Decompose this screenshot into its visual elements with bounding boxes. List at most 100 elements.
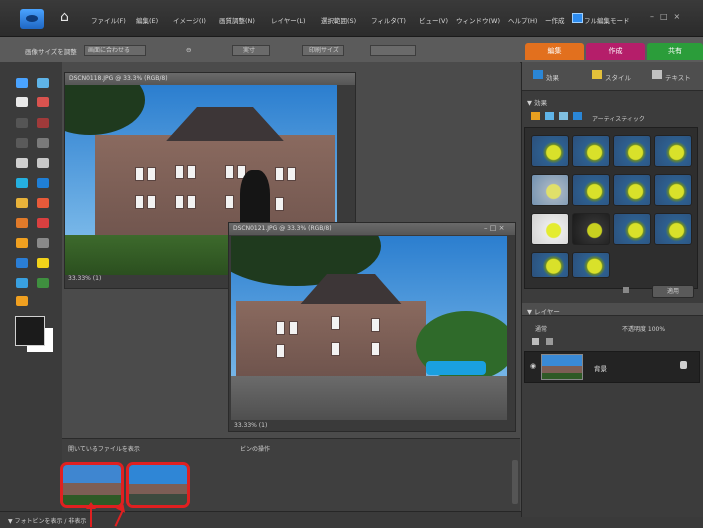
effects-tab-icon bbox=[533, 70, 543, 79]
print-size-button[interactable]: 印刷サイズ bbox=[302, 45, 344, 56]
eraser-tool-icon[interactable] bbox=[37, 198, 49, 208]
menu-edit[interactable]: 編集(E) bbox=[136, 15, 158, 25]
menu-help[interactable]: ヘルプ(H) bbox=[508, 15, 537, 25]
shape-tool-icon[interactable] bbox=[37, 258, 49, 268]
smart-brush-tool-icon[interactable] bbox=[37, 218, 49, 228]
layer-name[interactable]: 背景 bbox=[594, 363, 607, 373]
lock-icon[interactable] bbox=[546, 338, 553, 345]
effect-thumbnail[interactable] bbox=[572, 174, 610, 206]
lasso-tool-icon[interactable] bbox=[37, 118, 49, 128]
layer-thumbnail[interactable] bbox=[541, 354, 583, 380]
home-icon[interactable]: ⌂ bbox=[60, 10, 74, 24]
annotation-arrow-1 bbox=[90, 506, 92, 527]
photo-canvas-2[interactable] bbox=[231, 236, 507, 420]
effect-thumbnail[interactable] bbox=[531, 252, 569, 278]
effect-thumbnail[interactable] bbox=[613, 135, 651, 167]
workspace-mode-icon bbox=[572, 13, 583, 23]
clone-stamp-tool-icon[interactable] bbox=[16, 198, 28, 208]
layer-styles-icon[interactable] bbox=[545, 112, 554, 120]
document-status-1: 33.33% (1) bbox=[68, 275, 102, 282]
paint-bucket-tool-icon[interactable] bbox=[37, 238, 49, 248]
effects-scroll-icon[interactable] bbox=[623, 287, 629, 293]
photo-bin-scrollbar[interactable] bbox=[512, 460, 518, 504]
foreground-color-front[interactable] bbox=[15, 316, 45, 346]
pencil-tool-icon[interactable] bbox=[16, 238, 28, 248]
menu-view[interactable]: ビュー(V) bbox=[419, 15, 448, 25]
effect-thumbnail[interactable] bbox=[531, 213, 569, 245]
tab-edit[interactable]: 編集 bbox=[525, 43, 584, 60]
crop-tool-icon[interactable] bbox=[37, 158, 49, 168]
toolbox bbox=[0, 62, 63, 517]
zoom-field[interactable] bbox=[370, 45, 416, 56]
cookie-cutter-tool-icon[interactable] bbox=[16, 296, 28, 306]
sponge-tool-icon[interactable] bbox=[37, 278, 49, 288]
tab-styles[interactable]: スタイル bbox=[605, 72, 631, 82]
menu-file[interactable]: ファイル(F) bbox=[91, 15, 126, 25]
show-all-icon[interactable] bbox=[573, 112, 582, 120]
app-logo-icon[interactable] bbox=[20, 9, 44, 29]
tab-create[interactable]: 作成 bbox=[586, 43, 645, 60]
menu-filter[interactable]: フィルタ(T) bbox=[371, 15, 406, 25]
menu-window[interactable]: ウィンドウ(W) bbox=[456, 15, 500, 25]
actual-pixels-button[interactable]: 実寸 bbox=[232, 45, 270, 56]
photo-bin-source-dropdown[interactable]: 開いているファイルを表示 bbox=[68, 444, 140, 453]
brush-tool-icon[interactable] bbox=[16, 218, 28, 228]
effect-thumbnail[interactable] bbox=[654, 213, 692, 245]
annotation-arrowhead-1 bbox=[86, 502, 96, 509]
effect-thumbnail[interactable] bbox=[613, 213, 651, 245]
tab-text[interactable]: テキスト bbox=[665, 72, 691, 82]
move-tool-icon[interactable] bbox=[16, 78, 28, 88]
zoom-tool-icon[interactable] bbox=[37, 78, 49, 88]
fit-screen-button[interactable]: 画面に合わせる bbox=[84, 45, 146, 56]
effects-section-title[interactable]: ▼ 効果 bbox=[527, 97, 547, 107]
gradient-tool-icon[interactable] bbox=[16, 258, 28, 268]
hand-tool-icon[interactable] bbox=[16, 97, 28, 107]
filters-icon[interactable] bbox=[531, 112, 540, 120]
tab-share[interactable]: 共有 bbox=[647, 43, 703, 60]
styles-tab-icon bbox=[592, 70, 602, 79]
healing-brush-tool-icon[interactable] bbox=[37, 178, 49, 188]
effect-thumbnail[interactable] bbox=[531, 174, 569, 206]
blend-mode-dropdown[interactable]: 通常 bbox=[535, 324, 547, 333]
menu-select[interactable]: 選択範囲(S) bbox=[321, 15, 356, 25]
apply-button[interactable]: 適用 bbox=[652, 285, 694, 298]
document-status-2: 33.33% (1) bbox=[234, 422, 268, 429]
layers-section-title[interactable]: ▼ レイヤー bbox=[527, 306, 560, 316]
photo-effects-icon[interactable] bbox=[559, 112, 568, 120]
document-close-icon[interactable]: – □ × bbox=[484, 224, 504, 232]
effect-thumbnail[interactable] bbox=[531, 135, 569, 167]
effect-thumbnail[interactable] bbox=[654, 135, 692, 167]
magic-wand-tool-icon[interactable] bbox=[16, 138, 28, 148]
text-tab-icon bbox=[652, 70, 662, 79]
type-tool-icon[interactable] bbox=[16, 158, 28, 168]
photo-bin-toggle[interactable]: ▼ フォトビンを表示 / 非表示 bbox=[8, 516, 86, 525]
blur-tool-icon[interactable] bbox=[16, 278, 28, 288]
layer-lock-icon bbox=[680, 361, 687, 369]
resize-label: 画像サイズを調整 bbox=[25, 48, 77, 56]
photo-bin-options[interactable]: ビンの操作 bbox=[240, 444, 270, 453]
effect-thumbnail[interactable] bbox=[654, 174, 692, 206]
photo-bin-thumbnail-2[interactable] bbox=[126, 462, 190, 508]
window-controls[interactable]: –□× bbox=[650, 12, 696, 22]
workspace-mode-label[interactable]: フル編集モード bbox=[584, 15, 630, 25]
effect-thumbnail[interactable] bbox=[572, 135, 610, 167]
opacity-field[interactable]: 不透明度 100% bbox=[622, 324, 665, 333]
menu-image[interactable]: イメージ(I) bbox=[173, 15, 206, 25]
eyedropper-tool-icon[interactable] bbox=[37, 97, 49, 107]
effect-thumbnail[interactable] bbox=[572, 213, 610, 245]
tab-effects[interactable]: 効果 bbox=[546, 72, 559, 82]
effects-category-dropdown[interactable]: アーティスティック bbox=[592, 114, 645, 123]
document-title[interactable]: DSCN0121.JPG @ 33.3% (RGB/8) bbox=[229, 223, 515, 235]
red-eye-tool-icon[interactable] bbox=[16, 178, 28, 188]
selection-brush-tool-icon[interactable] bbox=[37, 138, 49, 148]
marquee-tool-icon[interactable] bbox=[16, 118, 28, 128]
document-title[interactable]: DSCN0118.JPG @ 33.3% (RGB/8) bbox=[65, 73, 355, 85]
effect-thumbnail[interactable] bbox=[613, 174, 651, 206]
menu-enhance[interactable]: 画質調整(N) bbox=[219, 15, 255, 25]
effect-thumbnail[interactable] bbox=[572, 252, 610, 278]
menu-layer[interactable]: レイヤー(L) bbox=[271, 15, 306, 25]
layer-visibility-icon[interactable]: ◉ bbox=[530, 362, 536, 370]
create-menu[interactable]: ー作成 bbox=[545, 15, 565, 25]
new-layer-icon[interactable] bbox=[532, 338, 539, 345]
zoom-out-icon[interactable]: ⊖ bbox=[186, 46, 191, 54]
